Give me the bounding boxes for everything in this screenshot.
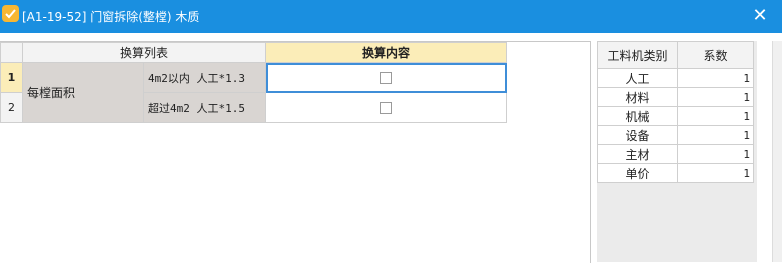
- table-row[interactable]: 单价 1: [597, 163, 754, 183]
- conversion-grid: 换算列表 换算内容 1 每樘面积 4m2以内 人工*1.3 2 超过4m2 人工…: [0, 42, 507, 123]
- app-icon: [2, 5, 19, 22]
- table-row[interactable]: 主材 1: [597, 144, 754, 164]
- coefficient-value[interactable]: 1: [677, 87, 754, 107]
- row-number[interactable]: 2: [0, 92, 23, 123]
- category-name: 单价: [597, 163, 678, 183]
- factor-table: 工料机类别 系数 人工 1 材料 1 机械 1 设备 1 主材 1 单价 1: [597, 41, 754, 183]
- category-name: 设备: [597, 125, 678, 145]
- group-label-area: 每樘面积: [22, 62, 144, 123]
- table-row[interactable]: 1 每樘面积 4m2以内 人工*1.3: [0, 62, 507, 123]
- coefficient-value[interactable]: 1: [677, 106, 754, 126]
- close-button[interactable]: ✕: [748, 4, 772, 28]
- header-category: 工料机类别: [597, 41, 678, 69]
- vertical-scrollbar[interactable]: [772, 41, 782, 262]
- table-row[interactable]: 材料 1: [597, 87, 754, 107]
- conversion-option-label: 4m2以内 人工*1.3: [143, 62, 266, 93]
- header-conversion-list: 换算列表: [22, 42, 266, 63]
- conversion-grid-area: 换算列表 换算内容 1 每樘面积 4m2以内 人工*1.3 2 超过4m2 人工…: [0, 41, 591, 263]
- conversion-checkbox[interactable]: [380, 102, 392, 114]
- table-row[interactable]: 设备 1: [597, 125, 754, 145]
- coefficient-value[interactable]: 1: [677, 163, 754, 183]
- header-conversion-content: 换算内容: [265, 42, 507, 63]
- conversion-checkbox[interactable]: [380, 72, 392, 84]
- category-name: 机械: [597, 106, 678, 126]
- coefficient-value[interactable]: 1: [677, 125, 754, 145]
- conversion-content-cell[interactable]: [265, 62, 507, 93]
- window-title: [A1-19-52] 门窗拆除(整樘) 木质: [22, 10, 200, 24]
- dialog-body: 换算列表 换算内容 1 每樘面积 4m2以内 人工*1.3 2 超过4m2 人工…: [0, 33, 782, 263]
- conversion-content-cell[interactable]: [265, 92, 507, 123]
- coefficient-value[interactable]: 1: [677, 144, 754, 164]
- row-number[interactable]: 1: [0, 62, 23, 93]
- category-name: 人工: [597, 68, 678, 88]
- category-name: 主材: [597, 144, 678, 164]
- table-row[interactable]: 人工 1: [597, 68, 754, 88]
- table-row[interactable]: 机械 1: [597, 106, 754, 126]
- factor-panel: 工料机类别 系数 人工 1 材料 1 机械 1 设备 1 主材 1 单价 1: [597, 41, 757, 262]
- conversion-option-label: 超过4m2 人工*1.5: [143, 92, 266, 123]
- category-name: 材料: [597, 87, 678, 107]
- coefficient-value[interactable]: 1: [677, 68, 754, 88]
- row-number-header: [0, 42, 23, 63]
- header-coefficient: 系数: [677, 41, 754, 69]
- title-bar: [A1-19-52] 门窗拆除(整樘) 木质 ✕: [0, 0, 782, 33]
